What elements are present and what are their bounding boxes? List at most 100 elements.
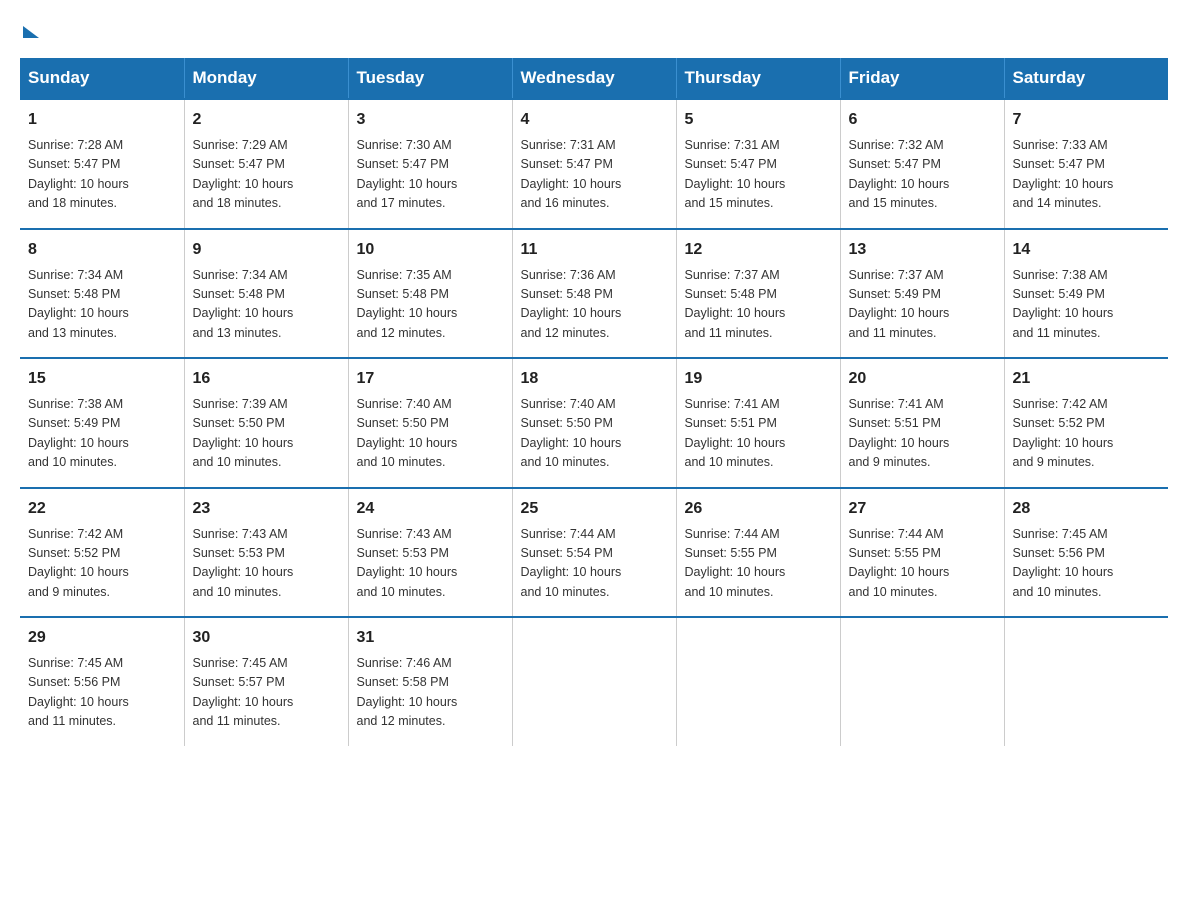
day-number: 27 (849, 497, 996, 521)
calendar-cell: 6 Sunrise: 7:32 AMSunset: 5:47 PMDaylight… (840, 99, 1004, 229)
cell-content: Sunrise: 7:43 AMSunset: 5:53 PMDaylight:… (357, 525, 504, 603)
calendar-cell (1004, 617, 1168, 746)
cell-content: Sunrise: 7:41 AMSunset: 5:51 PMDaylight:… (685, 395, 832, 473)
calendar-cell: 16Sunrise: 7:39 AMSunset: 5:50 PMDayligh… (184, 358, 348, 488)
calendar-cell: 12 Sunrise: 7:37 AMSunset: 5:48 PMDayligh… (676, 229, 840, 359)
day-number: 19 (685, 367, 832, 391)
calendar-table: SundayMondayTuesdayWednesdayThursdayFrid… (20, 58, 1168, 746)
day-number: 26 (685, 497, 832, 521)
day-header-wednesday: Wednesday (512, 58, 676, 99)
logo-arrow-icon (23, 26, 39, 38)
day-number: 2 (193, 108, 340, 132)
day-number: 24 (357, 497, 504, 521)
day-number: 17 (357, 367, 504, 391)
calendar-week-4: 22 Sunrise: 7:42 AMSunset: 5:52 PMDayligh… (20, 488, 1168, 618)
cell-content: Sunrise: 7:44 AMSunset: 5:54 PMDaylight:… (521, 525, 668, 603)
day-header-friday: Friday (840, 58, 1004, 99)
day-number: 28 (1013, 497, 1161, 521)
calendar-cell: 3 Sunrise: 7:30 AMSunset: 5:47 PMDaylight… (348, 99, 512, 229)
day-number: 25 (521, 497, 668, 521)
cell-content: Sunrise: 7:38 AMSunset: 5:49 PMDaylight:… (1013, 266, 1161, 344)
calendar-cell: 21 Sunrise: 7:42 AMSunset: 5:52 PMDayligh… (1004, 358, 1168, 488)
calendar-cell: 27 Sunrise: 7:44 AMSunset: 5:55 PMDayligh… (840, 488, 1004, 618)
calendar-cell: 8 Sunrise: 7:34 AMSunset: 5:48 PMDaylight… (20, 229, 184, 359)
day-number: 6 (849, 108, 996, 132)
cell-content: Sunrise: 7:32 AMSunset: 5:47 PMDaylight:… (849, 136, 996, 214)
cell-content: Sunrise: 7:40 AMSunset: 5:50 PMDaylight:… (521, 395, 668, 473)
day-number: 8 (28, 238, 176, 262)
calendar-cell: 26 Sunrise: 7:44 AMSunset: 5:55 PMDayligh… (676, 488, 840, 618)
cell-content: Sunrise: 7:37 AMSunset: 5:48 PMDaylight:… (685, 266, 832, 344)
day-number: 30 (193, 626, 340, 650)
calendar-cell: 13Sunrise: 7:37 AMSunset: 5:49 PMDayligh… (840, 229, 1004, 359)
day-number: 7 (1013, 108, 1161, 132)
cell-content: Sunrise: 7:42 AMSunset: 5:52 PMDaylight:… (1013, 395, 1161, 473)
cell-content: Sunrise: 7:45 AMSunset: 5:56 PMDaylight:… (1013, 525, 1161, 603)
cell-content: Sunrise: 7:40 AMSunset: 5:50 PMDaylight:… (357, 395, 504, 473)
calendar-cell: 10 Sunrise: 7:35 AMSunset: 5:48 PMDayligh… (348, 229, 512, 359)
cell-content: Sunrise: 7:35 AMSunset: 5:48 PMDaylight:… (357, 266, 504, 344)
calendar-cell (676, 617, 840, 746)
cell-content: Sunrise: 7:28 AMSunset: 5:47 PMDaylight:… (28, 136, 176, 214)
calendar-cell: 7Sunrise: 7:33 AMSunset: 5:47 PMDaylight… (1004, 99, 1168, 229)
cell-content: Sunrise: 7:30 AMSunset: 5:47 PMDaylight:… (357, 136, 504, 214)
day-header-sunday: Sunday (20, 58, 184, 99)
day-number: 22 (28, 497, 176, 521)
calendar-cell: 31Sunrise: 7:46 AMSunset: 5:58 PMDayligh… (348, 617, 512, 746)
calendar-week-5: 29 Sunrise: 7:45 AMSunset: 5:56 PMDayligh… (20, 617, 1168, 746)
calendar-cell: 15Sunrise: 7:38 AMSunset: 5:49 PMDayligh… (20, 358, 184, 488)
calendar-cell: 22 Sunrise: 7:42 AMSunset: 5:52 PMDayligh… (20, 488, 184, 618)
calendar-cell: 4 Sunrise: 7:31 AMSunset: 5:47 PMDaylight… (512, 99, 676, 229)
day-header-monday: Monday (184, 58, 348, 99)
calendar-week-1: 1 Sunrise: 7:28 AMSunset: 5:47 PMDaylight… (20, 99, 1168, 229)
day-header-saturday: Saturday (1004, 58, 1168, 99)
page-header (20, 20, 1168, 38)
calendar-cell: 18 Sunrise: 7:40 AMSunset: 5:50 PMDayligh… (512, 358, 676, 488)
cell-content: Sunrise: 7:36 AMSunset: 5:48 PMDaylight:… (521, 266, 668, 344)
day-header-tuesday: Tuesday (348, 58, 512, 99)
calendar-week-3: 15Sunrise: 7:38 AMSunset: 5:49 PMDayligh… (20, 358, 1168, 488)
cell-content: Sunrise: 7:43 AMSunset: 5:53 PMDaylight:… (193, 525, 340, 603)
day-number: 29 (28, 626, 176, 650)
cell-content: Sunrise: 7:45 AMSunset: 5:56 PMDaylight:… (28, 654, 176, 732)
day-number: 10 (357, 238, 504, 262)
day-number: 4 (521, 108, 668, 132)
day-number: 3 (357, 108, 504, 132)
day-number: 13 (849, 238, 996, 262)
calendar-cell: 23 Sunrise: 7:43 AMSunset: 5:53 PMDayligh… (184, 488, 348, 618)
calendar-week-2: 8 Sunrise: 7:34 AMSunset: 5:48 PMDaylight… (20, 229, 1168, 359)
cell-content: Sunrise: 7:44 AMSunset: 5:55 PMDaylight:… (685, 525, 832, 603)
calendar-cell: 29 Sunrise: 7:45 AMSunset: 5:56 PMDayligh… (20, 617, 184, 746)
cell-content: Sunrise: 7:42 AMSunset: 5:52 PMDaylight:… (28, 525, 176, 603)
calendar-cell: 14 Sunrise: 7:38 AMSunset: 5:49 PMDayligh… (1004, 229, 1168, 359)
calendar-cell: 25 Sunrise: 7:44 AMSunset: 5:54 PMDayligh… (512, 488, 676, 618)
cell-content: Sunrise: 7:34 AMSunset: 5:48 PMDaylight:… (28, 266, 176, 344)
calendar-header-row: SundayMondayTuesdayWednesdayThursdayFrid… (20, 58, 1168, 99)
cell-content: Sunrise: 7:38 AMSunset: 5:49 PMDaylight:… (28, 395, 176, 473)
day-number: 18 (521, 367, 668, 391)
calendar-cell: 20Sunrise: 7:41 AMSunset: 5:51 PMDayligh… (840, 358, 1004, 488)
cell-content: Sunrise: 7:31 AMSunset: 5:47 PMDaylight:… (685, 136, 832, 214)
day-number: 12 (685, 238, 832, 262)
cell-content: Sunrise: 7:44 AMSunset: 5:55 PMDaylight:… (849, 525, 996, 603)
calendar-cell: 19 Sunrise: 7:41 AMSunset: 5:51 PMDayligh… (676, 358, 840, 488)
calendar-cell: 17 Sunrise: 7:40 AMSunset: 5:50 PMDayligh… (348, 358, 512, 488)
day-number: 20 (849, 367, 996, 391)
logo (20, 20, 39, 38)
calendar-cell: 28 Sunrise: 7:45 AMSunset: 5:56 PMDayligh… (1004, 488, 1168, 618)
calendar-cell: 24 Sunrise: 7:43 AMSunset: 5:53 PMDayligh… (348, 488, 512, 618)
day-number: 1 (28, 108, 176, 132)
calendar-cell: 9 Sunrise: 7:34 AMSunset: 5:48 PMDaylight… (184, 229, 348, 359)
cell-content: Sunrise: 7:34 AMSunset: 5:48 PMDaylight:… (193, 266, 340, 344)
day-number: 14 (1013, 238, 1161, 262)
calendar-cell (840, 617, 1004, 746)
calendar-cell (512, 617, 676, 746)
day-number: 23 (193, 497, 340, 521)
calendar-cell: 2Sunrise: 7:29 AMSunset: 5:47 PMDaylight… (184, 99, 348, 229)
cell-content: Sunrise: 7:31 AMSunset: 5:47 PMDaylight:… (521, 136, 668, 214)
day-number: 21 (1013, 367, 1161, 391)
calendar-cell: 30Sunrise: 7:45 AMSunset: 5:57 PMDayligh… (184, 617, 348, 746)
calendar-cell: 11Sunrise: 7:36 AMSunset: 5:48 PMDayligh… (512, 229, 676, 359)
day-number: 9 (193, 238, 340, 262)
day-number: 5 (685, 108, 832, 132)
